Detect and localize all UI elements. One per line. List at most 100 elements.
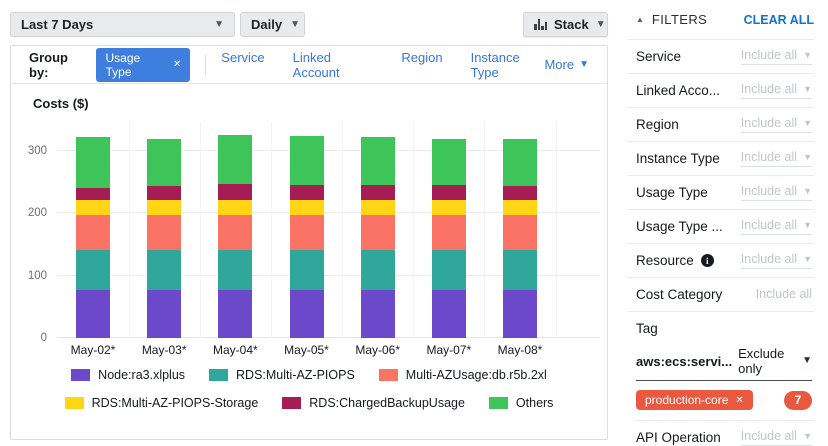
tag-chip-row: production-core ✕ 7 (636, 381, 814, 421)
bar-segment[interactable] (432, 250, 466, 291)
bar-segment[interactable] (147, 200, 181, 215)
filter-row-region: Region Include all▼ (628, 108, 814, 142)
bar-segment[interactable] (432, 290, 466, 338)
bar-segment[interactable] (218, 215, 252, 250)
date-range-dropdown[interactable]: Last 7 Days ▼ (10, 12, 235, 37)
bar-segment[interactable] (147, 186, 181, 200)
legend-label: Node:ra3.xlplus (98, 368, 185, 382)
bar-segment[interactable] (147, 215, 181, 250)
clear-all-button[interactable]: CLEAR ALL (744, 13, 814, 27)
bar-segment[interactable] (147, 250, 181, 291)
filter-value-dropdown[interactable]: Include all▼ (741, 150, 812, 167)
remove-icon[interactable]: ✕ (735, 395, 743, 406)
bar-segment[interactable] (432, 185, 466, 200)
bar-segment[interactable] (147, 139, 181, 186)
filter-label: Region (636, 117, 679, 132)
bar-segment[interactable] (218, 200, 252, 215)
bar-segment[interactable] (432, 139, 466, 185)
group-by-option-instance-type[interactable]: Instance Type (471, 50, 545, 80)
tag-key-dropdown[interactable]: aws:ecs:servi... Exclude only ▼ (636, 346, 812, 381)
bar-segment[interactable] (76, 290, 110, 338)
bar-segment[interactable] (76, 250, 110, 291)
bar-segment[interactable] (361, 185, 395, 200)
chevron-down-icon: ▼ (803, 153, 812, 162)
legend-item: RDS:Multi-AZ-PIOPS-Storage (65, 396, 259, 410)
gridline-x (200, 122, 201, 338)
bar-segment[interactable] (76, 215, 110, 250)
granularity-label: Daily (251, 17, 282, 32)
bar-segment[interactable] (290, 136, 324, 185)
filter-value-dropdown[interactable]: Include all▼ (741, 184, 812, 201)
legend-item: Others (489, 396, 554, 410)
bar-segment[interactable] (432, 200, 466, 215)
filter-rows: ServiceInclude all▼Linked Acco...Include… (620, 40, 820, 312)
bar-segment[interactable] (290, 185, 324, 200)
filter-row-usage-type: Usage TypeInclude all▼ (628, 176, 814, 210)
legend-swatch (489, 397, 508, 409)
group-by-more-dropdown[interactable]: More ▼ (544, 57, 589, 72)
bar-segment[interactable] (503, 200, 537, 215)
filter-value-dropdown[interactable]: Include all▼ (741, 116, 812, 133)
bar-segment[interactable] (503, 139, 537, 186)
bar-segment[interactable] (290, 250, 324, 291)
bar-segment[interactable] (290, 215, 324, 250)
y-tick-label: 300 (13, 144, 47, 158)
bar-segment[interactable] (361, 290, 395, 338)
tag-key-label: aws:ecs:servi... (636, 354, 732, 369)
x-tick-label: May-03* (129, 343, 199, 357)
bar-segment[interactable] (218, 135, 252, 184)
group-by-option-service[interactable]: Service (221, 50, 264, 80)
filter-value-dropdown[interactable]: Include all▼ (741, 48, 812, 65)
bar-segment[interactable] (432, 215, 466, 250)
bar-segment[interactable] (218, 184, 252, 200)
bar-segment[interactable] (503, 290, 537, 338)
bar-segment[interactable] (76, 188, 110, 200)
filter-label: Service (636, 49, 681, 64)
legend-item: RDS:Multi-AZ-PIOPS (209, 368, 355, 382)
filter-value-dropdown[interactable]: Include all▼ (741, 82, 812, 99)
chart-style-dropdown[interactable]: Stack ▼ (523, 12, 608, 37)
bar-segment[interactable] (218, 250, 252, 291)
chevron-down-icon: ▼ (803, 85, 812, 94)
bar-segment[interactable] (76, 137, 110, 188)
bar-segment[interactable] (503, 215, 537, 250)
filter-row-usage-type-: Usage Type ...Include all▼ (628, 210, 814, 244)
bar-segment[interactable] (361, 215, 395, 250)
filter-value-dropdown[interactable]: Include all▼ (741, 252, 812, 269)
legend-label: Others (516, 396, 554, 410)
chevron-down-icon: ▼ (803, 432, 812, 441)
group-by-bar: Group by: Usage Type ✕ ServiceLinked Acc… (11, 46, 607, 84)
filter-value-dropdown[interactable]: Include all▼ (741, 218, 812, 235)
bar-segment[interactable] (218, 290, 252, 338)
filter-value-dropdown[interactable]: Include all▼ (741, 429, 812, 446)
chevron-down-icon: ▼ (214, 20, 224, 30)
remove-icon[interactable]: ✕ (173, 59, 181, 70)
legend-swatch (282, 397, 301, 409)
filter-row-api-operation: API Operation Include all▼ (628, 421, 814, 446)
tag-value-chip[interactable]: production-core ✕ (636, 390, 753, 410)
bar-segment[interactable] (503, 250, 537, 290)
bar-segment[interactable] (76, 200, 110, 215)
bar-segment[interactable] (290, 290, 324, 338)
info-icon[interactable]: i (701, 254, 714, 267)
gridline-x (129, 122, 130, 338)
group-by-active-label: Usage Type (105, 51, 165, 79)
bar-segment[interactable] (361, 250, 395, 291)
chevron-down-icon: ▼ (803, 119, 812, 128)
legend-item: Node:ra3.xlplus (71, 368, 185, 382)
group-by-active-pill[interactable]: Usage Type ✕ (96, 48, 190, 82)
x-tick-label: May-08* (485, 343, 555, 357)
granularity-dropdown[interactable]: Daily ▼ (240, 12, 305, 37)
bar-segment[interactable] (147, 290, 181, 338)
bar-segment[interactable] (361, 200, 395, 215)
group-by-option-region[interactable]: Region (401, 50, 442, 80)
chevron-down-icon: ▼ (596, 20, 606, 30)
bar-segment[interactable] (361, 137, 395, 185)
legend-label: RDS:Multi-AZ-PIOPS-Storage (92, 396, 259, 410)
chevron-down-icon: ▼ (290, 20, 300, 30)
filter-label: API Operation (636, 430, 721, 445)
group-by-option-linked-account[interactable]: Linked Account (293, 50, 374, 80)
collapse-arrow-icon[interactable]: ▲ (636, 15, 644, 24)
bar-segment[interactable] (503, 186, 537, 200)
bar-segment[interactable] (290, 200, 324, 215)
